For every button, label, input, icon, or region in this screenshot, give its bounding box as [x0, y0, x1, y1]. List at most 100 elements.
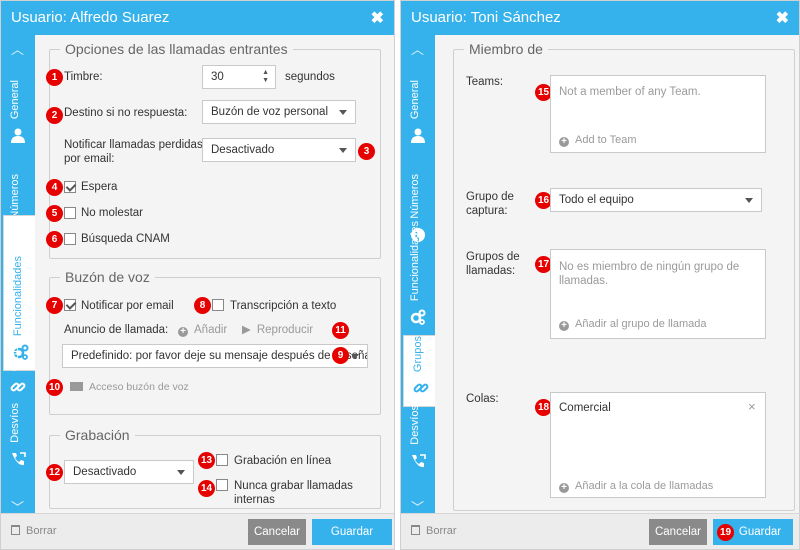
tab-content: Miembro de Teams: 15 Not a member of any…: [435, 35, 799, 515]
cancel-button[interactable]: Cancelar: [248, 519, 306, 545]
transcription-checkbox[interactable]: [212, 299, 224, 311]
announcement-label: Anuncio de llamada:: [64, 324, 169, 336]
tab-label: General: [409, 79, 421, 119]
announcement-value: Predefinido: por favor deje su mensaje d…: [71, 350, 368, 362]
tab-general[interactable]: General: [401, 55, 435, 153]
notify-missed-label: Notificar llamadas perdidas por email:: [64, 139, 203, 165]
caret-down-icon: [339, 110, 347, 115]
link-icon: [10, 382, 26, 392]
play-announcement-button[interactable]: ▶ Reproducir: [242, 323, 313, 337]
section-legend: Opciones de las llamadas entrantes: [60, 41, 293, 57]
notify-missed-value: Desactivado: [211, 144, 275, 156]
close-icon[interactable]: ✖: [371, 8, 384, 28]
tab-general[interactable]: General: [1, 55, 35, 153]
cnam-checkbox[interactable]: [64, 233, 76, 245]
marker-badge: 13: [198, 452, 215, 469]
plus-circle-icon: +: [559, 483, 569, 493]
recording-mode-select[interactable]: Desactivado: [64, 460, 194, 484]
vertical-tabs: ︿ General Números Funcionalidades Grupos…: [1, 35, 39, 515]
tab-grupos[interactable]: Grupos: [403, 335, 439, 407]
envelope-icon: [70, 382, 83, 391]
marker-badge: 5: [46, 205, 63, 222]
plus-circle-icon: +: [178, 327, 188, 337]
tab-label: Funcionalidades: [409, 220, 421, 301]
marker-badge: 12: [46, 464, 63, 481]
close-icon[interactable]: ✖: [776, 8, 789, 28]
marker-badge: 7: [46, 297, 63, 314]
never-internal-label: Nunca grabar llamadas internas: [234, 480, 353, 506]
add-label: Añadir: [194, 324, 228, 336]
dialog-footer: Borrar Cancelar Guardar: [1, 513, 394, 549]
online-recording-checkbox[interactable]: [216, 454, 228, 466]
add-announcement-button[interactable]: + Añadir: [178, 323, 227, 337]
marker-badge: 19: [717, 524, 734, 541]
voicemail-section: Buzón de voz 7 Notificar por email 8 Tra…: [46, 269, 381, 415]
tab-desvios[interactable]: Desvíos: [1, 403, 35, 477]
section-legend: Grabación: [60, 427, 135, 443]
add-queue-button[interactable]: + Añadir a la cola de llamadas: [559, 479, 713, 493]
transcription-label: Transcripción a texto: [230, 300, 337, 312]
remove-queue-icon[interactable]: ×: [748, 400, 756, 414]
user-icon: [11, 128, 25, 143]
link-icon: [413, 383, 429, 393]
online-recording-label: Grabación en línea: [234, 455, 332, 467]
never-internal-checkbox[interactable]: [216, 479, 228, 491]
dialog-title: Usuario: Toni Sánchez: [411, 9, 561, 26]
dialog-footer: Borrar Cancelar Guardar 19: [401, 513, 799, 549]
tab-content: Opciones de las llamadas entrantes 1 Tim…: [35, 35, 394, 515]
dnd-label: No molestar: [81, 207, 143, 219]
add-label: Add to Team: [575, 134, 637, 146]
tab-label: Desvíos: [9, 403, 21, 443]
add-to-team-button[interactable]: + Add to Team: [559, 133, 637, 147]
add-call-group-button[interactable]: + Añadir al grupo de llamada: [559, 317, 706, 331]
tab-label: Funcionalidades: [12, 255, 24, 336]
tab-label: Grupos: [412, 335, 424, 372]
section-legend: Miembro de: [464, 41, 548, 57]
voicemail-access-link[interactable]: Acceso buzón de voz: [70, 380, 189, 394]
delete-button[interactable]: Borrar: [411, 525, 457, 537]
section-legend: Buzón de voz: [60, 269, 155, 285]
notify-email-checkbox[interactable]: [64, 299, 76, 311]
marker-badge: 14: [198, 480, 215, 497]
caret-down-icon: [339, 148, 347, 153]
play-icon: ▶: [242, 324, 251, 336]
marker-badge: 3: [358, 143, 375, 160]
tab-grupos[interactable]: Grupos: [1, 335, 35, 405]
wait-checkbox[interactable]: [64, 181, 76, 193]
delete-button[interactable]: Borrar: [11, 525, 57, 537]
queues-box: Comercial × + Añadir a la cola de llamada…: [550, 392, 766, 498]
marker-badge: 4: [46, 179, 63, 196]
notify-email-label: Notificar por email: [81, 300, 174, 312]
notify-missed-select[interactable]: Desactivado: [202, 138, 356, 162]
cnam-label: Búsqueda CNAM: [81, 233, 170, 245]
no-answer-select[interactable]: Buzón de voz personal: [202, 100, 356, 124]
phone-forward-icon: [12, 452, 26, 466]
marker-badge: 10: [46, 379, 63, 396]
marker-badge: 1: [46, 69, 63, 86]
plus-circle-icon: +: [559, 321, 569, 331]
add-label: Añadir al grupo de llamada: [575, 318, 707, 330]
marker-badge: 2: [46, 107, 63, 124]
marker-badge: 8: [194, 297, 211, 314]
caret-down-icon: [745, 198, 753, 203]
plus-circle-icon: +: [559, 137, 569, 147]
no-answer-value: Buzón de voz personal: [211, 106, 328, 118]
ring-label: Timbre:: [64, 71, 103, 83]
call-groups-empty-text: No es miembro de ningún grupo de llamada…: [559, 261, 740, 287]
teams-empty-text: Not a member of any Team.: [559, 86, 701, 98]
tab-funcionalidades[interactable]: Funcionalidades: [401, 215, 435, 335]
spinner-arrows-icon[interactable]: ▲ ▼: [262, 69, 269, 85]
pickup-select[interactable]: Todo el equipo: [550, 188, 762, 212]
announcement-select[interactable]: Predefinido: por favor deje su mensaje d…: [62, 344, 368, 368]
trash-icon: [11, 525, 20, 535]
incoming-calls-section: Opciones de las llamadas entrantes 1 Tim…: [46, 41, 381, 259]
delete-label: Borrar: [26, 525, 57, 537]
dnd-checkbox[interactable]: [64, 207, 76, 219]
ring-stepper[interactable]: 30 ▲ ▼: [202, 65, 276, 89]
recording-section: Grabación 12 Desactivado 13 Grabación en…: [46, 427, 381, 509]
cancel-button[interactable]: Cancelar: [649, 519, 707, 545]
vertical-tabs: ︿ General Números Funcionalidades Grupos…: [401, 35, 439, 515]
access-label: Acceso buzón de voz: [89, 381, 189, 393]
save-button[interactable]: Guardar: [312, 519, 392, 545]
tab-desvios[interactable]: Desvíos: [401, 405, 435, 479]
